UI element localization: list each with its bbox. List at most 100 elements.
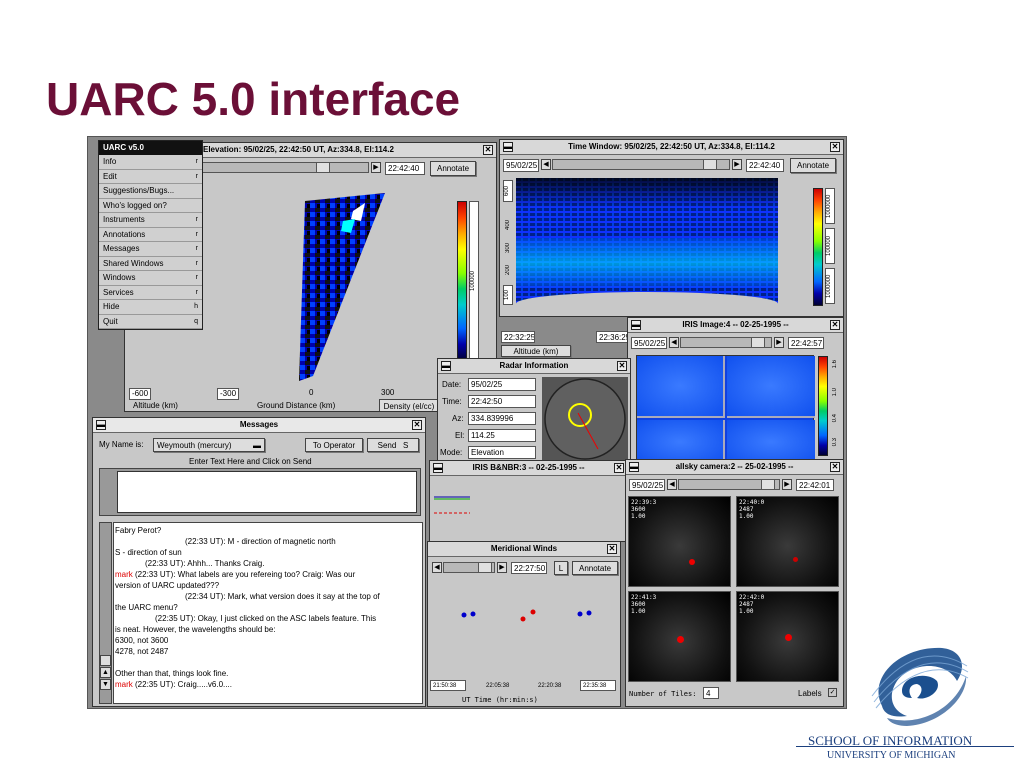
- slider-thumb[interactable]: [316, 163, 330, 172]
- time-window-time[interactable]: 22:42:40: [746, 159, 784, 172]
- step-forward-icon[interactable]: ▶: [782, 479, 792, 490]
- altitude-select[interactable]: Altitude (km): [501, 345, 571, 357]
- elevation-time-field[interactable]: 22:42:40: [385, 162, 425, 175]
- close-icon[interactable]: ✕: [483, 145, 493, 155]
- checkbox-icon[interactable]: ✓: [828, 688, 837, 697]
- window-menu-icon[interactable]: ▬: [503, 142, 513, 152]
- step-back-icon[interactable]: ◀: [667, 479, 677, 490]
- iris-image-titlebar[interactable]: ▬ IRIS Image:4 -- 02-25-1995 -- ✕: [628, 318, 843, 333]
- window-menu-icon[interactable]: ▬: [433, 463, 443, 473]
- slider-thumb[interactable]: [761, 480, 775, 489]
- scroll-up-icon[interactable]: ▲: [100, 667, 111, 678]
- messages-log: Fabry Perot? (22:33 UT): M - direction of…: [113, 522, 423, 704]
- step-forward-icon[interactable]: ▶: [732, 159, 742, 170]
- radar-titlebar[interactable]: ▬ Radar Information ✕: [438, 359, 630, 374]
- close-icon[interactable]: ✕: [607, 544, 617, 554]
- annotate-button[interactable]: Annotate: [790, 158, 836, 173]
- window-menu-icon[interactable]: ▬: [96, 420, 106, 430]
- window-menu-icon[interactable]: ▬: [631, 320, 641, 330]
- message-text: is neat. However, the wavelengths should…: [115, 625, 276, 634]
- step-back-icon[interactable]: ◀: [432, 562, 442, 573]
- step-forward-icon[interactable]: ▶: [774, 337, 784, 348]
- step-forward-icon[interactable]: ▶: [497, 562, 507, 573]
- meridional-winds-window: Meridional Winds ✕ ◀ ▶ 22:27:50 L Annotat…: [427, 541, 621, 707]
- dropdown-icon: ▬: [253, 441, 261, 450]
- messages-titlebar[interactable]: ▬ Messages ✕: [93, 418, 425, 433]
- step-forward-icon[interactable]: ▶: [371, 162, 381, 173]
- iris-bnbr-titlebar[interactable]: ▬ IRIS B&NBR:3 -- 02-25-1995 -- ✕: [430, 461, 627, 476]
- time-window-titlebar[interactable]: ▬ Time Window: 95/02/25, 22:42:50 UT, Az:…: [500, 140, 843, 155]
- window-menu-icon[interactable]: ▬: [629, 462, 639, 472]
- close-icon[interactable]: ✕: [412, 420, 422, 430]
- close-icon[interactable]: ✕: [614, 463, 624, 473]
- menu-item[interactable]: Hide h: [99, 300, 202, 315]
- to-operator-button[interactable]: To Operator: [305, 438, 363, 452]
- step-back-icon[interactable]: ◀: [541, 159, 551, 170]
- allsky-time[interactable]: 22:42:01: [796, 479, 834, 491]
- time-window-title: Time Window: 95/02/25, 22:42:50 UT, Az:3…: [568, 142, 775, 151]
- slider-thumb[interactable]: [703, 160, 717, 169]
- iris-bnbr-title: IRIS B&NBR:3 -- 02-25-1995 --: [472, 463, 585, 472]
- plot-dark-top: [516, 178, 778, 208]
- menu-item-label: Info: [103, 157, 117, 166]
- time-window-date[interactable]: 95/02/25: [503, 159, 539, 172]
- window-menu-icon[interactable]: ▬: [441, 361, 451, 371]
- winds-time[interactable]: 22:27:50: [511, 562, 547, 574]
- iris-time[interactable]: 22:42:57: [788, 337, 824, 349]
- close-icon[interactable]: ✕: [830, 142, 840, 152]
- step-back-icon[interactable]: ◀: [669, 337, 679, 348]
- labels-toggle[interactable]: Labels: [798, 689, 822, 699]
- wind-point: [577, 611, 583, 617]
- menu-item-shortcut: r: [195, 172, 198, 180]
- el-label: El:: [455, 431, 465, 440]
- tiles-count[interactable]: 4: [703, 687, 719, 699]
- send-button[interactable]: Send S: [367, 438, 419, 452]
- allsky-date[interactable]: 95/02/25: [629, 479, 665, 491]
- log-scrollbar[interactable]: ▲ ▼: [99, 522, 112, 704]
- menu-item[interactable]: Instruments r: [99, 213, 202, 228]
- menu-item-shortcut: r: [195, 288, 198, 296]
- close-icon[interactable]: ✕: [617, 361, 627, 371]
- allsky-slider[interactable]: [678, 479, 780, 490]
- menu-item[interactable]: Shared Windows r: [99, 257, 202, 271]
- menu-item[interactable]: Messages r: [99, 242, 202, 257]
- menu-item[interactable]: Annotations r: [99, 228, 202, 242]
- compose-input[interactable]: [117, 471, 417, 513]
- time-window-slider[interactable]: [552, 159, 730, 170]
- school-name: SCHOOL OF INFORMATION: [808, 733, 973, 748]
- menu-item[interactable]: Quit q: [99, 315, 202, 329]
- menu-item[interactable]: Info r: [99, 155, 202, 170]
- winds-slider[interactable]: [443, 562, 495, 573]
- message-line: version of UARC updated???: [115, 581, 219, 590]
- winds-tick: 22:35:38: [580, 680, 616, 691]
- menu-item[interactable]: Windows r: [99, 271, 202, 286]
- iris-slider[interactable]: [680, 337, 772, 348]
- name-select[interactable]: Weymouth (mercury) ▬: [153, 438, 265, 452]
- slider-thumb[interactable]: [478, 563, 492, 572]
- winds-l-button[interactable]: L: [554, 561, 568, 575]
- send-shortcut: S: [403, 441, 409, 450]
- scroll-down-icon[interactable]: ▼: [100, 679, 111, 690]
- annotate-button[interactable]: Annotate: [430, 161, 476, 176]
- slide-title: UARC 5.0 interface: [46, 73, 461, 125]
- time-end: 22:36:25: [596, 331, 630, 343]
- winds-titlebar[interactable]: Meridional Winds ✕: [428, 542, 620, 557]
- tile-info: 22:40:0 2487 1.00: [739, 499, 765, 520]
- iris-date[interactable]: 95/02/25: [631, 337, 667, 349]
- menu-item[interactable]: Services r: [99, 286, 202, 300]
- menu-item[interactable]: Who's logged on?: [99, 199, 202, 213]
- colorbar-label: 100000: [469, 201, 479, 361]
- radar-time: 22:42:50: [468, 395, 536, 408]
- menu-item[interactable]: Edit r: [99, 170, 202, 184]
- winds-tick: 21:50:38: [430, 680, 466, 691]
- close-icon[interactable]: ✕: [830, 462, 840, 472]
- annotate-button[interactable]: Annotate: [572, 561, 618, 575]
- density-button[interactable]: Density (el/cc): [379, 399, 439, 411]
- radar-mode: Elevation: [468, 446, 536, 459]
- menu-item[interactable]: Suggestions/Bugs...: [99, 184, 202, 199]
- message-text: Fabry Perot?: [115, 526, 162, 535]
- slider-thumb[interactable]: [751, 338, 765, 347]
- allsky-titlebar[interactable]: ▬ allsky camera:2 -- 25-02-1995 -- ✕: [626, 460, 843, 475]
- scroll-thumb[interactable]: [100, 655, 111, 666]
- close-icon[interactable]: ✕: [830, 320, 840, 330]
